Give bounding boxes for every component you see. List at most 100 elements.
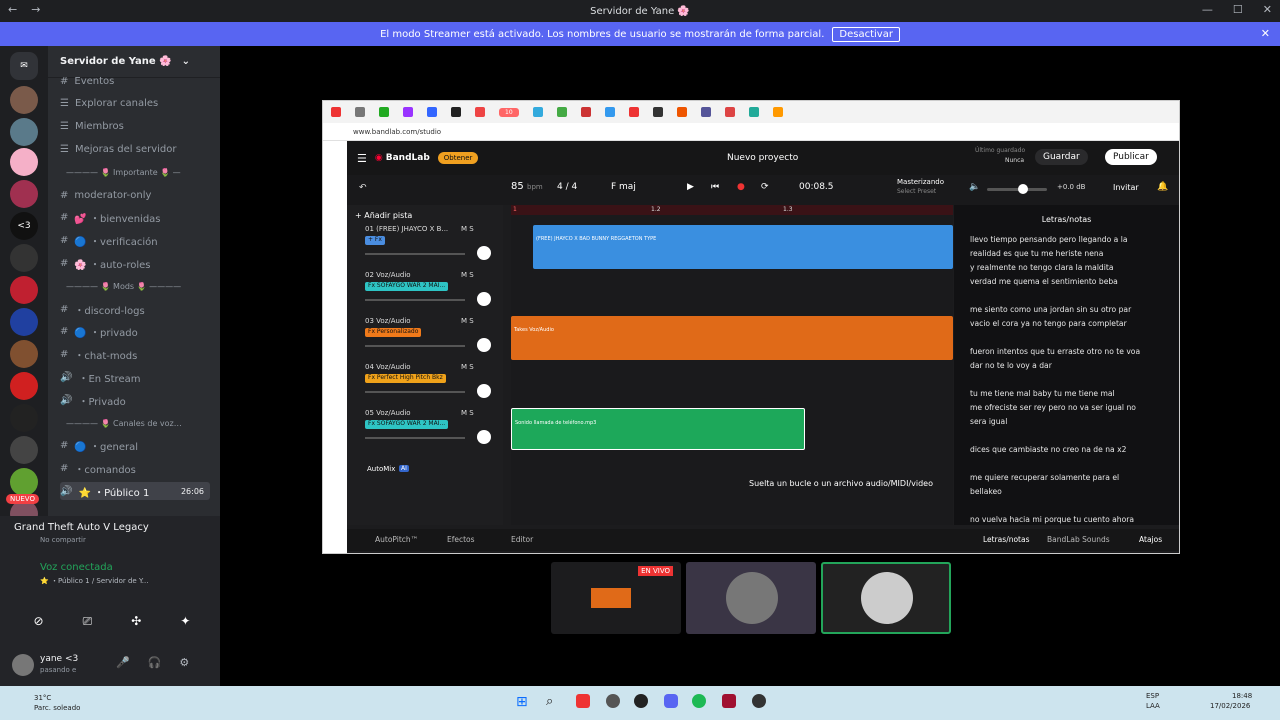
channel-item[interactable]: # 🔵 ・verificación bbox=[60, 232, 210, 250]
menu-icon[interactable]: ☰ bbox=[357, 152, 367, 165]
server-icon[interactable] bbox=[10, 244, 38, 272]
channel-category[interactable]: ———— 🌷 Canales de voz… bbox=[60, 414, 210, 432]
lyrics-panel[interactable]: Letras/notas llevo tiempo pensando pero … bbox=[954, 205, 1179, 525]
server-icon[interactable] bbox=[10, 308, 38, 336]
track-volume-slider[interactable] bbox=[365, 345, 465, 347]
server-icon[interactable] bbox=[10, 404, 38, 432]
track-header[interactable]: 03 Voz/Audio M S Fx Personalizado bbox=[351, 317, 501, 361]
play-icon[interactable]: ▶ bbox=[687, 182, 694, 192]
channel-item[interactable]: # 🌸 ・auto-roles bbox=[60, 254, 210, 272]
active-tab-badge[interactable]: 10 bbox=[499, 107, 519, 117]
tab[interactable] bbox=[652, 107, 663, 117]
lyric-line[interactable] bbox=[970, 331, 1163, 345]
tab[interactable] bbox=[403, 107, 413, 117]
track-fx[interactable]: Fx Perfect High Pitch Bkz bbox=[365, 374, 446, 383]
address-bar[interactable]: www.bandlab.com/studio bbox=[323, 123, 1179, 141]
lyric-line[interactable] bbox=[970, 457, 1163, 471]
channel-item[interactable]: # 💕 ・bienvenidas bbox=[60, 209, 210, 227]
weather-temp[interactable]: 31°C bbox=[34, 694, 51, 702]
lyric-line[interactable]: verdad me quema el sentimiento beba bbox=[970, 275, 1163, 289]
tab[interactable] bbox=[748, 107, 759, 117]
tab[interactable] bbox=[427, 107, 437, 117]
project-title[interactable]: Nuevo proyecto bbox=[727, 153, 798, 163]
track-volume-slider[interactable] bbox=[365, 253, 465, 255]
voice-status[interactable]: Voz conectada bbox=[40, 562, 113, 573]
app-icon[interactable] bbox=[722, 694, 736, 708]
headset-icon[interactable]: 🎧 bbox=[148, 656, 162, 669]
screen-share-icon[interactable]: ⎚ bbox=[83, 614, 93, 636]
track-pan-knob[interactable] bbox=[477, 292, 491, 306]
lyric-line[interactable] bbox=[970, 289, 1163, 303]
channel-item[interactable]: # 🔵 ・privado bbox=[60, 323, 210, 341]
track-header[interactable]: 04 Voz/Audio M S Fx Perfect High Pitch Bkz bbox=[351, 363, 501, 407]
clock-time[interactable]: 18:48 bbox=[1232, 692, 1252, 700]
bandlab-logo[interactable]: BandLab bbox=[386, 153, 430, 163]
track-header[interactable]: 02 Voz/Audio M S Fx SOFAYGO WAR 2 MAI... bbox=[351, 271, 501, 315]
close-banner-icon[interactable]: ✕ bbox=[1261, 27, 1270, 40]
mastering-preset[interactable]: Select Preset bbox=[897, 188, 936, 195]
tab[interactable] bbox=[604, 107, 615, 117]
volume-slider[interactable] bbox=[987, 188, 1047, 191]
lyric-line[interactable]: bellakeo bbox=[970, 485, 1163, 499]
lyric-line[interactable]: y realmente no tengo clara la maldita bbox=[970, 261, 1163, 275]
tab[interactable] bbox=[724, 107, 735, 117]
time-signature[interactable]: 4 / 4 bbox=[557, 182, 577, 192]
maximize-icon[interactable]: ☐ bbox=[1233, 3, 1243, 16]
lyric-line[interactable]: sera igual bbox=[970, 415, 1163, 429]
audio-clip[interactable]: (FREE) JHAYCO X BAD BUNNY REGGAETON TYPE bbox=[533, 225, 953, 269]
lyric-line[interactable] bbox=[970, 429, 1163, 443]
undo-icon[interactable]: ↶ bbox=[359, 183, 367, 193]
channel-item[interactable]: # moderator-only bbox=[60, 186, 210, 204]
tab[interactable] bbox=[676, 107, 687, 117]
track-volume-slider[interactable] bbox=[365, 437, 465, 439]
channel-item[interactable]: ☰ Explorar canales bbox=[60, 95, 210, 113]
publish-button[interactable]: Publicar bbox=[1105, 149, 1157, 165]
lyric-line[interactable]: tu me tiene mal baby tu me tiene mal bbox=[970, 387, 1163, 401]
mute-solo-buttons[interactable]: M S bbox=[461, 225, 474, 233]
channel-item[interactable]: # ・chat-mods bbox=[60, 346, 210, 364]
lyric-line[interactable] bbox=[970, 373, 1163, 387]
mute-solo-buttons[interactable]: M S bbox=[461, 271, 474, 279]
channel-item[interactable]: ☰ Mejoras del servidor bbox=[60, 140, 210, 158]
disable-streamer-button[interactable]: Desactivar bbox=[832, 26, 900, 42]
lyric-line[interactable]: llevo tiempo pensando pero llegando a la bbox=[970, 233, 1163, 247]
volume-icon[interactable]: 🔈 bbox=[969, 182, 980, 192]
weather-desc[interactable]: Parc. soleado bbox=[34, 704, 80, 712]
channel-category[interactable]: ———— 🌷 Mods 🌷 ———— bbox=[60, 277, 210, 295]
channel-item[interactable]: # Eventos bbox=[60, 72, 210, 90]
volume-knob[interactable] bbox=[1018, 184, 1028, 194]
sounds-tab[interactable]: BandLab Sounds bbox=[1047, 535, 1110, 544]
track-fx[interactable]: Fx SOFAYGO WAR 2 MAI... bbox=[365, 420, 449, 429]
clock-date[interactable]: 17/02/2026 bbox=[1210, 702, 1250, 710]
record-icon[interactable]: ● bbox=[737, 182, 745, 192]
server-icon[interactable] bbox=[10, 372, 38, 400]
server-icon[interactable] bbox=[10, 86, 38, 114]
search-icon[interactable]: ⌕ bbox=[546, 694, 553, 709]
soundboard-icon[interactable]: ✦ bbox=[180, 614, 190, 636]
server-icon[interactable] bbox=[10, 276, 38, 304]
channel-item[interactable]: # ・comandos bbox=[60, 460, 210, 478]
add-track-button[interactable]: + Añadir pista bbox=[355, 211, 412, 220]
start-icon[interactable]: ⊞ bbox=[516, 694, 528, 710]
track-fx[interactable]: + Fx bbox=[365, 236, 385, 245]
track-pan-knob[interactable] bbox=[477, 338, 491, 352]
channel-item[interactable]: 🔊 ・En Stream bbox=[60, 368, 210, 386]
lyrics-tab[interactable]: Letras/notas bbox=[983, 535, 1030, 544]
lyric-line[interactable]: fueron intentos que tu erraste otro no t… bbox=[970, 345, 1163, 359]
server-icon[interactable] bbox=[10, 468, 38, 496]
rewind-icon[interactable]: ⏮ bbox=[711, 182, 719, 192]
participant-tile[interactable] bbox=[686, 562, 816, 634]
server-icon[interactable] bbox=[10, 148, 38, 176]
channel-category[interactable]: ———— 🌷 Importante 🌷 — bbox=[60, 163, 210, 181]
mute-solo-buttons[interactable]: M S bbox=[461, 363, 474, 371]
track-pan-knob[interactable] bbox=[477, 384, 491, 398]
loop-icon[interactable]: ⟳ bbox=[761, 182, 769, 192]
lyric-line[interactable]: no vuelva hacia mi porque tu cuento ahor… bbox=[970, 513, 1163, 525]
lyric-line[interactable]: me siento como una jordan sin su otro pa… bbox=[970, 303, 1163, 317]
mic-icon[interactable]: 🎤 bbox=[116, 656, 130, 669]
app-icon[interactable] bbox=[634, 694, 648, 708]
track-fx[interactable]: Fx Personalizado bbox=[365, 328, 422, 337]
lyric-line[interactable] bbox=[970, 499, 1163, 513]
track-pan-knob[interactable] bbox=[477, 246, 491, 260]
server-icon[interactable]: <3 bbox=[10, 212, 38, 240]
